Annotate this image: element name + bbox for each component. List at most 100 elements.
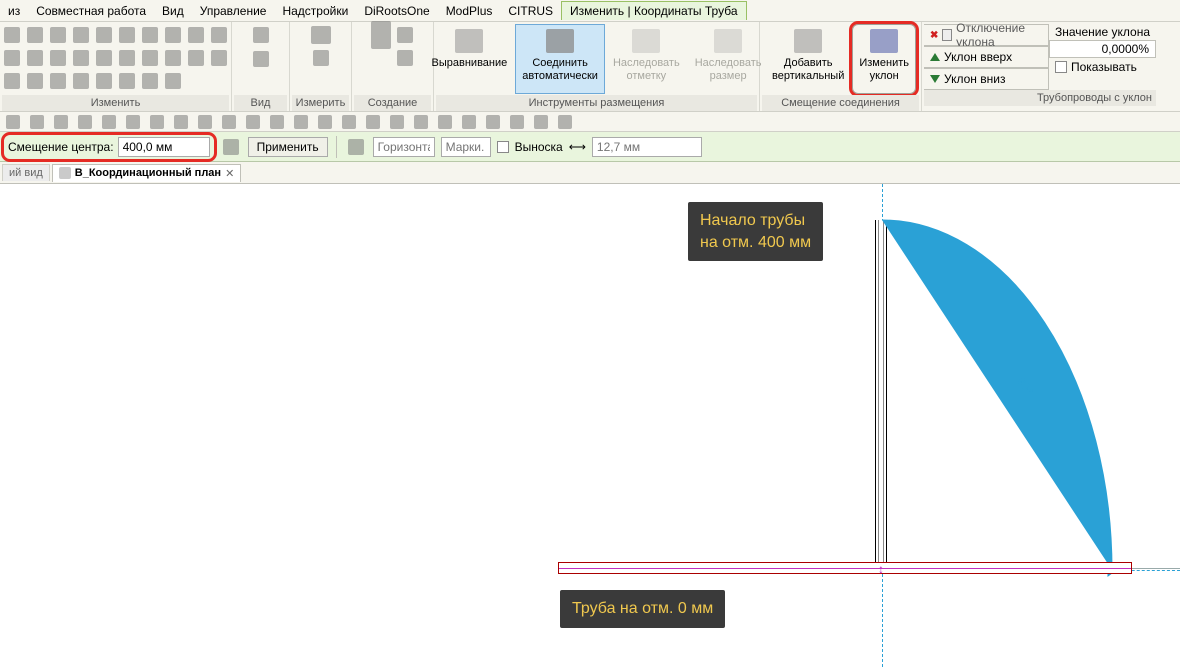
tool-icon[interactable] (208, 24, 230, 46)
slope-up-icon (930, 53, 940, 61)
qat-icon[interactable] (338, 111, 360, 133)
view-tab-active[interactable]: В_Координационный план ✕ (52, 164, 242, 182)
qat-icon[interactable] (554, 111, 576, 133)
connect-auto-button[interactable]: Соединить автоматически (515, 24, 605, 94)
slope-up-row[interactable]: Уклон вверх (924, 46, 1049, 68)
qat-icon[interactable] (98, 111, 120, 133)
alignment-button[interactable]: Выравнивание (425, 24, 515, 94)
view-tab-inactive[interactable]: ий вид (2, 164, 50, 181)
tool-icon[interactable] (1, 24, 23, 46)
tool-icon[interactable] (70, 70, 92, 92)
slope-down-label: Уклон вниз (944, 72, 1005, 86)
tool-icon[interactable] (24, 24, 46, 46)
panel-measure: Измерить (290, 22, 352, 111)
qat-icon[interactable] (506, 111, 528, 133)
inherit-elevation-label-2: отметку (626, 70, 666, 83)
qat-icon[interactable] (290, 111, 312, 133)
tool-icon[interactable] (24, 70, 46, 92)
show-checkbox[interactable] (1055, 61, 1067, 73)
create-icon[interactable] (394, 47, 416, 69)
tool-icon[interactable] (220, 136, 242, 158)
change-slope-label-1: Изменить (859, 57, 909, 70)
tool-icon[interactable] (1, 70, 23, 92)
view-tab-label: В_Координационный план (75, 167, 221, 179)
tool-icon[interactable] (116, 24, 138, 46)
create-icon[interactable] (370, 24, 392, 46)
tool-icon[interactable] (208, 47, 230, 69)
menu-item[interactable]: ModPlus (438, 2, 501, 20)
tool-icon[interactable] (185, 47, 207, 69)
add-vertical-button[interactable]: Добавить вертикальный (765, 24, 851, 94)
tool-icon[interactable] (93, 70, 115, 92)
tool-icon[interactable] (162, 24, 184, 46)
horizontal-pipe-selected[interactable] (558, 562, 1132, 574)
tool-icon[interactable] (24, 47, 46, 69)
menu-item[interactable]: CITRUS (500, 2, 561, 20)
qat-icon[interactable] (122, 111, 144, 133)
qat-icon[interactable] (458, 111, 480, 133)
tool-icon[interactable] (93, 24, 115, 46)
drawing-canvas[interactable]: Начало трубы на отм. 400 мм 90° ↕ Труба … (0, 184, 1180, 667)
qat-icon[interactable] (194, 111, 216, 133)
inherit-size-button: Наследовать размер (688, 24, 769, 94)
tool-icon[interactable] (116, 70, 138, 92)
view-tab-icon (59, 167, 71, 179)
slope-off-row[interactable]: ✖ Отключение уклона (924, 24, 1049, 46)
qat-icon[interactable] (74, 111, 96, 133)
measure-icon[interactable] (310, 24, 332, 46)
menu-item[interactable]: из (0, 2, 28, 20)
tool-icon[interactable] (345, 136, 367, 158)
offset-center-input[interactable] (118, 137, 210, 157)
qat-icon[interactable] (362, 111, 384, 133)
tool-icon[interactable] (139, 24, 161, 46)
pipe-continuation (1132, 568, 1180, 569)
tool-icon[interactable] (47, 70, 69, 92)
tool-icon[interactable] (139, 70, 161, 92)
menu-item[interactable]: DiRootsOne (356, 2, 437, 20)
tab-modify-pipe[interactable]: Изменить | Координаты Труба (561, 1, 746, 20)
qat-icon[interactable] (2, 111, 24, 133)
menu-item[interactable]: Вид (154, 2, 192, 20)
slope-off-checkbox[interactable] (942, 29, 952, 41)
tool-icon[interactable] (93, 47, 115, 69)
change-slope-button[interactable]: Изменить уклон (852, 24, 916, 94)
close-icon[interactable]: ✕ (225, 167, 234, 180)
tool-icon[interactable] (162, 70, 184, 92)
tool-icon[interactable] (162, 47, 184, 69)
qat-icon[interactable] (314, 111, 336, 133)
menu-item[interactable]: Управление (192, 2, 275, 20)
qat-icon[interactable] (434, 111, 456, 133)
tool-icon[interactable] (139, 47, 161, 69)
slope-value[interactable]: 0,0000% (1049, 40, 1156, 58)
tool-icon[interactable] (185, 24, 207, 46)
tool-icon[interactable] (47, 24, 69, 46)
leader-checkbox[interactable] (497, 141, 509, 153)
qat-icon[interactable] (242, 111, 264, 133)
add-vertical-icon (794, 29, 822, 53)
create-icon[interactable] (394, 24, 416, 46)
measure-icon[interactable] (310, 47, 332, 69)
menu-item[interactable]: Надстройки (274, 2, 356, 20)
connect-auto-label-2: автоматически (522, 70, 598, 83)
tool-icon[interactable] (116, 47, 138, 69)
qat-icon[interactable] (218, 111, 240, 133)
qat-icon[interactable] (146, 111, 168, 133)
panel-title-view: Вид (234, 95, 287, 111)
menu-item[interactable]: Совместная работа (28, 2, 154, 20)
qat-icon[interactable] (266, 111, 288, 133)
qat-icon[interactable] (50, 111, 72, 133)
qat-icon[interactable] (410, 111, 432, 133)
qat-icon[interactable] (170, 111, 192, 133)
slope-down-row[interactable]: Уклон вниз (924, 68, 1049, 90)
tool-icon[interactable] (70, 47, 92, 69)
apply-button[interactable]: Применить (248, 137, 328, 157)
tool-icon[interactable] (70, 24, 92, 46)
qat-icon[interactable] (386, 111, 408, 133)
tool-icon[interactable] (250, 24, 272, 46)
tool-icon[interactable] (1, 47, 23, 69)
qat-icon[interactable] (26, 111, 48, 133)
qat-icon[interactable] (530, 111, 552, 133)
tool-icon[interactable] (47, 47, 69, 69)
qat-icon[interactable] (482, 111, 504, 133)
tool-icon[interactable] (250, 48, 272, 70)
